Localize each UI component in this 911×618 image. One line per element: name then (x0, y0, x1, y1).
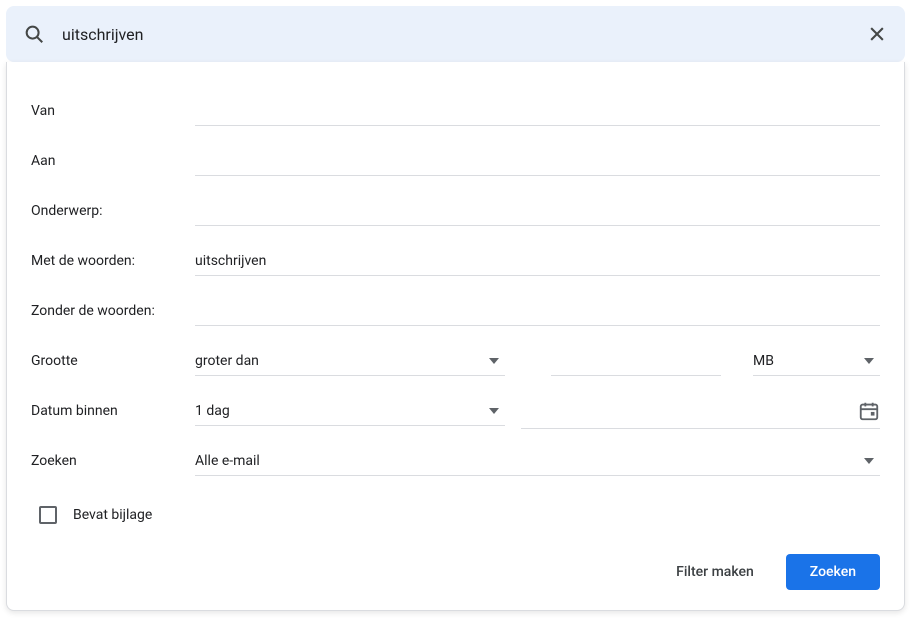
dropdown-arrow-icon (489, 356, 499, 366)
calendar-icon[interactable] (858, 400, 880, 422)
not-words-label: Zonder de woorden: (31, 303, 179, 319)
to-label: Aan (31, 153, 179, 169)
close-icon[interactable] (865, 22, 889, 46)
has-words-label: Met de woorden: (31, 253, 179, 269)
size-value-input[interactable] (551, 347, 721, 376)
attachment-checkbox[interactable] (39, 506, 57, 524)
search-in-value: Alle e-mail (195, 453, 864, 469)
button-row: Filter maken Zoeken (31, 554, 880, 590)
date-range-select[interactable]: 1 dag (195, 397, 505, 426)
subject-row: Onderwerp: (31, 186, 880, 236)
to-input[interactable] (195, 147, 880, 176)
search-button[interactable]: Zoeken (786, 554, 880, 590)
size-unit-value: MB (753, 353, 864, 369)
date-range-value: 1 dag (195, 403, 489, 419)
search-input[interactable] (62, 25, 849, 44)
dropdown-arrow-icon (864, 456, 874, 466)
size-label: Grootte (31, 353, 179, 369)
search-bar (6, 6, 905, 62)
from-label: Van (31, 103, 179, 119)
search-in-select[interactable]: Alle e-mail (195, 447, 880, 476)
create-filter-button[interactable]: Filter maken (672, 556, 758, 588)
has-words-row: Met de woorden: (31, 236, 880, 286)
date-picker-field[interactable] (521, 394, 880, 429)
dropdown-arrow-icon (864, 356, 874, 366)
from-row: Van (31, 86, 880, 136)
search-icon[interactable] (22, 22, 46, 46)
size-row: Grootte groter dan MB (31, 336, 880, 386)
date-row: Datum binnen 1 dag (31, 386, 880, 436)
not-words-row: Zonder de woorden: (31, 286, 880, 336)
to-row: Aan (31, 136, 880, 186)
size-operator-select[interactable]: groter dan (195, 347, 505, 376)
attachment-label: Bevat bijlage (73, 507, 152, 523)
from-input[interactable] (195, 97, 880, 126)
subject-input[interactable] (195, 197, 880, 226)
dropdown-arrow-icon (489, 406, 499, 416)
not-words-input[interactable] (195, 297, 880, 326)
advanced-search-panel: Van Aan Onderwerp: Met de woorden: Zonde (0, 0, 911, 618)
search-in-row: Zoeken Alle e-mail (31, 436, 880, 486)
subject-label: Onderwerp: (31, 203, 179, 219)
date-label: Datum binnen (31, 403, 179, 419)
size-operator-value: groter dan (195, 353, 489, 369)
search-in-label: Zoeken (31, 453, 179, 469)
advanced-search-form: Van Aan Onderwerp: Met de woorden: Zonde (6, 62, 905, 611)
size-unit-select[interactable]: MB (753, 347, 880, 376)
has-words-input[interactable] (195, 247, 880, 276)
attachment-row: Bevat bijlage (31, 506, 880, 524)
